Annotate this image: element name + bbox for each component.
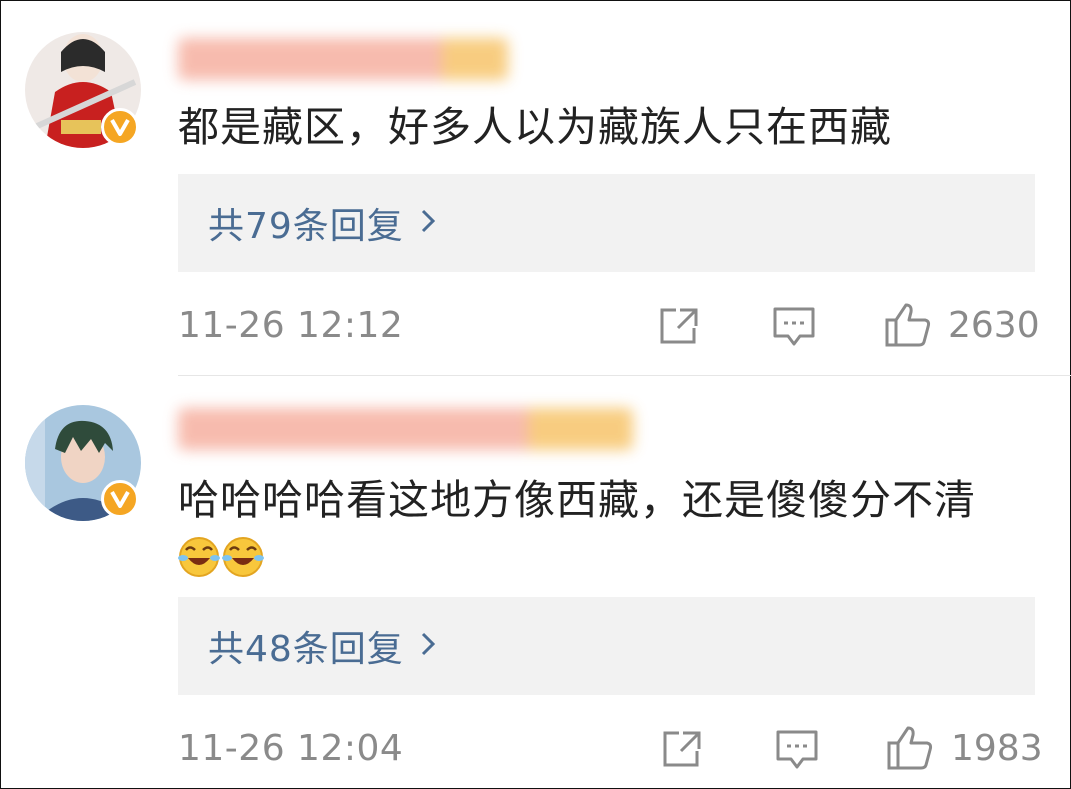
- reply-thread-link[interactable]: 共79条回复: [178, 174, 1035, 272]
- reply-count-label: 共79条回复: [208, 206, 404, 247]
- share-icon[interactable]: [661, 729, 703, 773]
- comment-item: 都是藏区，好多人以为藏族人只在西藏 共79条回复 11-26 12:12 263…: [0, 0, 1071, 375]
- comment-text: 哈哈哈哈看这地方像西藏，还是傻傻分不清: [178, 476, 976, 524]
- comment-item: 哈哈哈哈看这地方像西藏，还是傻傻分不清 共48条回复 11-26 12:04 1…: [0, 376, 1071, 789]
- reply-count-label: 共48条回复: [208, 629, 404, 670]
- like-count: 1983: [951, 728, 1043, 769]
- comment-timestamp: 11-26 12:12: [178, 305, 404, 346]
- username-blurred[interactable]: [178, 408, 633, 450]
- chevron-right-icon: [420, 208, 436, 238]
- verified-badge-icon: [101, 108, 139, 146]
- reply-thread-link[interactable]: 共48条回复: [178, 597, 1035, 695]
- comment-text: 都是藏区，好多人以为藏族人只在西藏: [178, 103, 892, 151]
- like-count: 2630: [948, 305, 1040, 346]
- verified-badge-icon: [101, 480, 139, 518]
- username-blurred[interactable]: [178, 38, 508, 80]
- laugh-cry-emoji-icon: [178, 536, 220, 578]
- like-thumb-icon[interactable]: [886, 725, 934, 775]
- comment-emoji-row: [178, 529, 266, 579]
- share-icon[interactable]: [658, 306, 700, 350]
- chevron-right-icon: [420, 631, 436, 661]
- comment-timestamp: 11-26 12:04: [178, 728, 404, 769]
- like-thumb-icon[interactable]: [884, 302, 932, 352]
- laugh-cry-emoji-icon: [222, 536, 264, 578]
- comment-icon[interactable]: [775, 729, 819, 775]
- comment-icon[interactable]: [772, 306, 816, 352]
